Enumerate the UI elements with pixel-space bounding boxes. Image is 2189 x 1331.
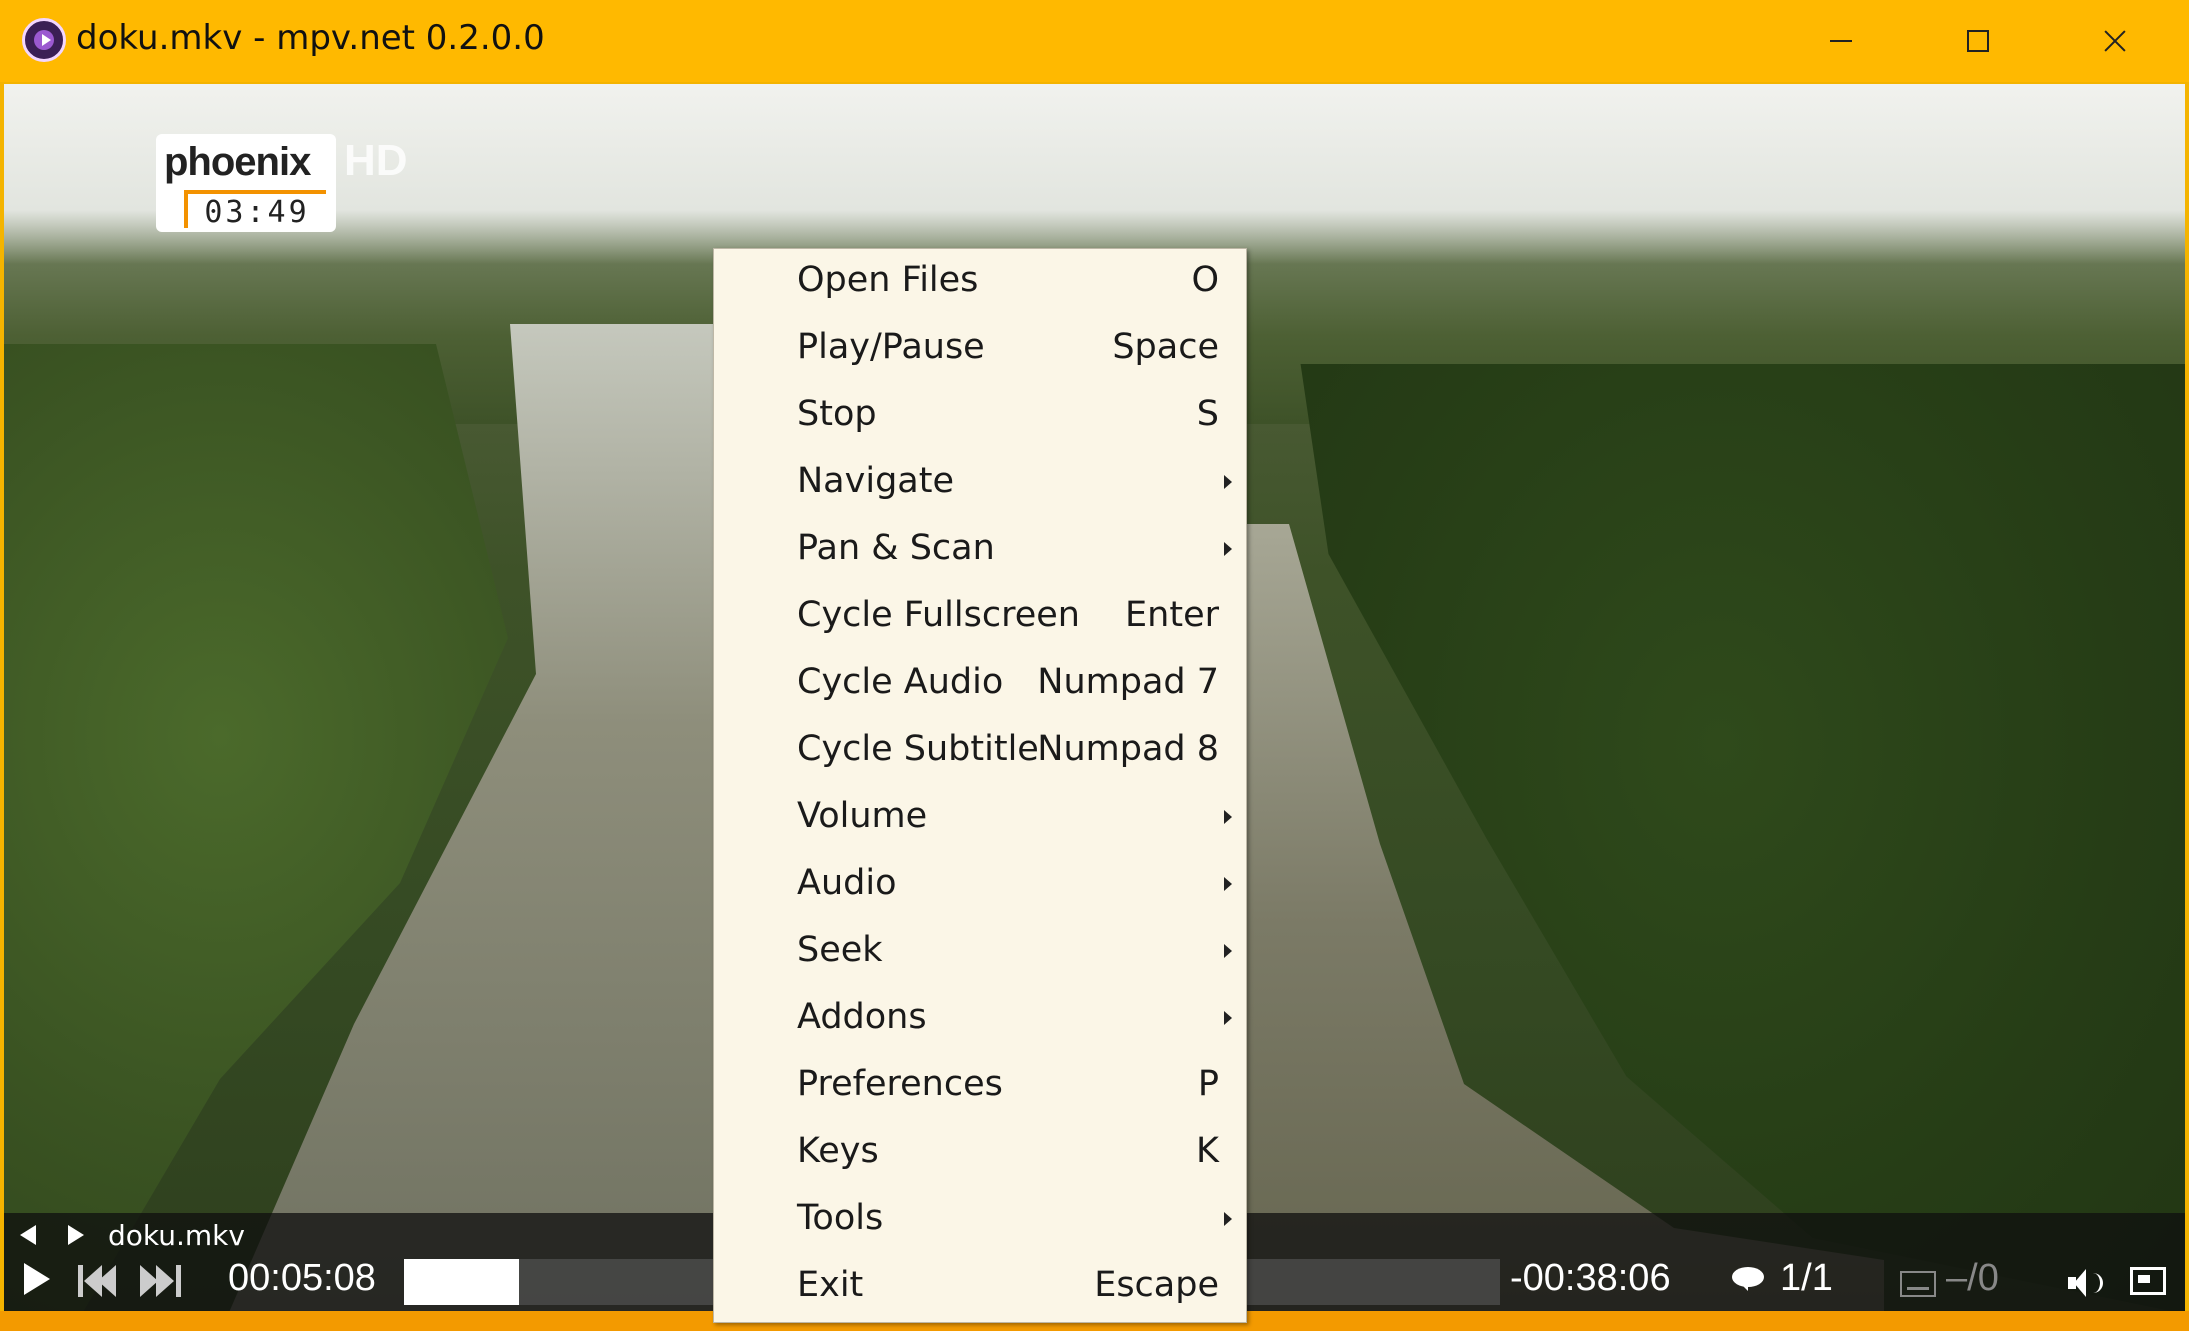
remaining-time[interactable]: -00:38:06 (1510, 1257, 1671, 1300)
menu-item-addons[interactable]: Addons (714, 985, 1248, 1052)
menu-item-label: Seek (797, 930, 883, 970)
menu-item-cycle-fullscreen[interactable]: Cycle Fullscreen Enter (714, 583, 1248, 650)
menu-item-seek[interactable]: Seek (714, 918, 1248, 985)
current-time[interactable]: 00:05:08 (228, 1257, 376, 1300)
chevron-right-icon (1224, 542, 1232, 556)
chevron-right-icon (1224, 1011, 1232, 1025)
menu-item-audio[interactable]: Audio (714, 851, 1248, 918)
context-menu: Open Files O Play/Pause Space Stop S Navigate P… (713, 248, 1247, 1323)
menu-item-label: Volume (797, 796, 928, 836)
channel-name: phoenix (164, 140, 311, 184)
menu-item-cycle-subtitle[interactable]: Cycle Subtitle Numpad 8 (714, 717, 1248, 784)
playlist-next-icon[interactable] (68, 1225, 84, 1245)
menu-item-shortcut: P (1197, 1064, 1219, 1104)
menu-item-pan-scan[interactable]: Pan & Scan (714, 516, 1248, 583)
menu-item-shortcut: Space (1112, 327, 1219, 367)
menu-item-label: Tools (797, 1198, 884, 1238)
menu-item-exit[interactable]: Exit Escape (714, 1253, 1248, 1320)
menu-item-shortcut: Enter (1125, 595, 1219, 635)
minimize-button[interactable] (1773, 0, 1909, 82)
fullscreen-icon[interactable] (2130, 1267, 2166, 1295)
menu-item-shortcut: Numpad 7 (1037, 662, 1219, 702)
volume-wave-icon (2090, 1273, 2103, 1293)
menu-item-label: Open Files (797, 260, 979, 300)
audio-track[interactable]: 1/1 (1780, 1257, 1833, 1300)
chevron-right-icon (1224, 877, 1232, 891)
menu-item-tools[interactable]: Tools (714, 1186, 1248, 1253)
menu-item-shortcut: S (1196, 394, 1219, 434)
menu-item-label: Cycle Subtitle (797, 729, 1039, 769)
menu-item-shortcut: Escape (1094, 1265, 1219, 1305)
menu-item-shortcut: O (1191, 260, 1219, 300)
menu-item-open-files[interactable]: Open Files O (714, 248, 1248, 315)
subtitle-icon[interactable] (1900, 1271, 1936, 1297)
menu-item-label: Keys (797, 1131, 879, 1171)
menu-item-cycle-audio[interactable]: Cycle Audio Numpad 7 (714, 650, 1248, 717)
menu-item-play-pause[interactable]: Play/Pause Space (714, 315, 1248, 382)
play-icon[interactable] (24, 1263, 50, 1295)
menu-item-label: Cycle Fullscreen (797, 595, 1080, 635)
chevron-right-icon (1224, 944, 1232, 958)
menu-item-label: Stop (797, 394, 877, 434)
seek-bar-fill (404, 1259, 520, 1305)
menu-item-label: Exit (797, 1265, 864, 1305)
menu-item-stop[interactable]: Stop S (714, 382, 1248, 449)
menu-item-label: Play/Pause (797, 327, 985, 367)
menu-item-label: Navigate (797, 461, 954, 501)
maximize-button[interactable] (1909, 0, 2045, 82)
channel-clock: 03:49 (184, 190, 326, 230)
speech-bubble-icon[interactable] (1732, 1267, 1764, 1291)
channel-hd-label: HD (344, 136, 408, 185)
menu-item-label: Audio (797, 863, 897, 903)
app-window: doku.mkv - mpv.net 0.2.0.0 phoenix 03:49… (0, 0, 2189, 1331)
menu-item-keys[interactable]: Keys K (714, 1119, 1248, 1186)
menu-item-label: Cycle Audio (797, 662, 1004, 702)
menu-item-label: Preferences (797, 1064, 1003, 1104)
menu-item-label: Addons (797, 997, 927, 1037)
close-button[interactable] (2045, 0, 2181, 82)
menu-item-shortcut: Numpad 8 (1037, 729, 1219, 769)
window-title: doku.mkv - mpv.net 0.2.0.0 (76, 18, 545, 58)
skip-forward-icon[interactable] (140, 1265, 182, 1297)
menu-item-preferences[interactable]: Preferences P (714, 1052, 1248, 1119)
menu-item-volume[interactable]: Volume (714, 784, 1248, 851)
playlist-prev-icon[interactable] (20, 1225, 36, 1245)
subtitle-track[interactable]: –/0 (1946, 1257, 1999, 1300)
chevron-right-icon (1224, 810, 1232, 824)
chevron-right-icon (1224, 1212, 1232, 1226)
title-bar[interactable]: doku.mkv - mpv.net 0.2.0.0 (0, 0, 2189, 82)
menu-item-navigate[interactable]: Navigate (714, 449, 1248, 516)
mpv-icon[interactable] (22, 18, 66, 62)
chevron-right-icon (1224, 475, 1232, 489)
osc-filename: doku.mkv (108, 1219, 245, 1252)
skip-back-icon[interactable] (78, 1265, 120, 1297)
menu-item-label: Pan & Scan (797, 528, 995, 568)
menu-item-shortcut: K (1196, 1131, 1219, 1171)
channel-logo: phoenix 03:49 (156, 134, 336, 232)
